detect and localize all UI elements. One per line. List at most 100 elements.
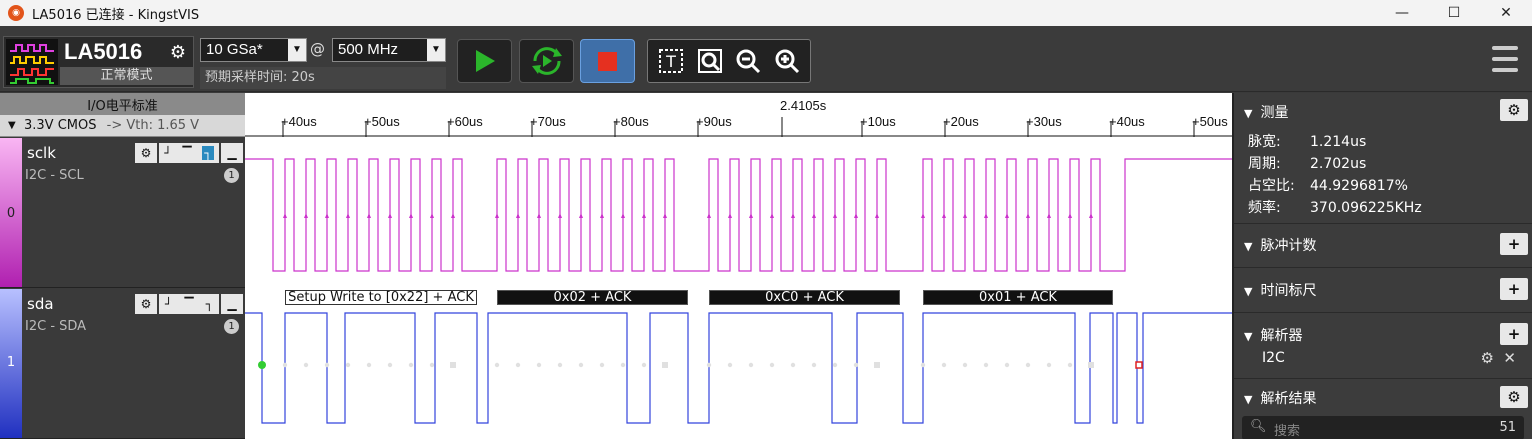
chevron-down-icon: ▼ <box>1244 330 1253 343</box>
io-level-select[interactable]: ▼ 3.3V CMOS -> Vth: 1.65 V <box>0 115 245 136</box>
bit-marker <box>345 362 351 368</box>
rising-edge-marker <box>495 213 499 218</box>
sample-rate-value: 10 GSa* <box>206 41 263 58</box>
bit-marker <box>599 362 605 368</box>
measure-header[interactable]: ▼ 测量 <box>1244 102 1288 122</box>
bit-marker <box>387 362 393 368</box>
analyzer-section: ▼ 解析器 + I2C ⚙ ✕ <box>1234 313 1532 379</box>
channel-name[interactable]: sda <box>27 295 54 313</box>
bit-marker <box>748 362 754 368</box>
decode-frame[interactable]: Setup Write to [0x22] + ACK <box>285 290 477 305</box>
search-placeholder: 搜索 <box>1274 424 1301 439</box>
rising-edge-marker <box>558 213 562 218</box>
bit-marker <box>429 362 435 368</box>
add-time-ruler-button[interactable]: + <box>1500 278 1528 300</box>
rising-edge-marker <box>663 213 667 218</box>
measure-key: 周期: <box>1248 156 1281 172</box>
sample-rate-select[interactable]: 10 GSa* ▼ <box>200 38 307 62</box>
loop-play-icon <box>531 47 562 75</box>
rising-edge-marker <box>921 213 925 218</box>
ruler-label: +80us <box>613 114 649 129</box>
ack-marker <box>662 362 668 368</box>
zoom-fit-icon[interactable] <box>695 46 725 76</box>
rising-edge-marker <box>833 213 837 218</box>
trigger-select[interactable]: ┘ ▔ ┐ <box>159 294 219 314</box>
results-settings-gear-icon[interactable]: ⚙ <box>1500 386 1528 408</box>
time-ruler[interactable]: 2.4105s +40us +50us +60us +70us +80us +9… <box>245 93 1232 137</box>
decode-frame[interactable]: 0x02 + ACK <box>497 290 688 305</box>
run-button[interactable] <box>457 39 512 83</box>
measure-value: 2.702us <box>1310 156 1367 172</box>
zoom-in-icon[interactable] <box>772 46 802 76</box>
channel-row[interactable]: 0 sclk ⚙ ┘ ▔ ┐ ▁ I2C - SCL 1 <box>0 138 245 288</box>
channel-name[interactable]: sclk <box>27 144 56 162</box>
rising-edge-marker <box>875 213 879 218</box>
ack-marker <box>450 362 456 368</box>
sda-waveform[interactable] <box>245 289 1232 439</box>
ruler-label: +40us <box>281 114 317 129</box>
analyzer-remove-close-icon[interactable]: ✕ <box>1503 349 1516 367</box>
minimize-button[interactable]: — <box>1376 0 1428 26</box>
start-marker <box>258 361 266 369</box>
low-level-icon[interactable]: ▁ <box>221 143 243 163</box>
pulse-count-header[interactable]: ▼ 脉冲计数 <box>1244 235 1316 255</box>
rising-edge-marker <box>1026 213 1030 218</box>
bit-marker <box>408 362 414 368</box>
view-tools: T <box>647 39 811 83</box>
rising-edge-marker <box>942 213 946 218</box>
decode-frame[interactable]: 0xC0 + ACK <box>709 290 900 305</box>
search-icon: 🔍︎ <box>1250 419 1267 434</box>
bit-marker <box>494 362 500 368</box>
plus-icon: + <box>1507 325 1521 343</box>
channel-protocol: I2C - SCL <box>25 168 84 183</box>
close-button[interactable]: ✕ <box>1480 0 1532 26</box>
zoom-out-icon[interactable] <box>733 46 763 76</box>
device-panel[interactable]: LA5016 ⚙ 正常模式 <box>3 36 194 88</box>
minimize-icon: — <box>1395 5 1409 21</box>
kingst-logo-icon: ◉ <box>8 5 24 21</box>
measure-row: 占空比: 44.9296817% <box>1248 175 1408 195</box>
stop-button[interactable] <box>580 39 635 83</box>
results-search-input[interactable]: 🔍︎ 搜索 51 <box>1242 416 1524 439</box>
bit-marker <box>1004 362 1010 368</box>
add-pulse-count-button[interactable]: + <box>1500 233 1528 255</box>
bit-marker <box>641 362 647 368</box>
stop-icon <box>598 51 617 71</box>
analyzer-item[interactable]: I2C <box>1262 350 1285 366</box>
results-count: 51 <box>1499 420 1516 435</box>
channel-row[interactable]: 1 sda ⚙ ┘ ▔ ┐ ▁ I2C - SDA 1 <box>0 289 245 439</box>
device-waveform-icon <box>6 39 58 85</box>
scl-waveform[interactable] <box>245 138 1232 289</box>
bit-marker <box>769 362 775 368</box>
channel-badge: 1 <box>224 319 239 334</box>
measure-value: 1.214us <box>1310 134 1367 150</box>
bit-marker <box>1046 362 1052 368</box>
trigger-select[interactable]: ┘ ▔ ┐ <box>159 143 219 163</box>
add-analyzer-button[interactable]: + <box>1500 323 1528 345</box>
menu-hamburger-icon[interactable] <box>1492 46 1518 72</box>
decode-frame[interactable]: 0x01 + ACK <box>923 290 1113 305</box>
channel-settings-gear-icon[interactable]: ⚙ <box>135 143 157 163</box>
analyzer-settings-gear-icon[interactable]: ⚙ <box>1481 349 1494 367</box>
title-bar: ◉ LA5016 已连接 - KingstVIS — ☐ ✕ <box>0 0 1532 26</box>
measure-key: 占空比: <box>1248 178 1295 194</box>
low-level-icon[interactable]: ▁ <box>221 294 243 314</box>
channel-settings-gear-icon[interactable]: ⚙ <box>135 294 157 314</box>
chevron-down-icon: ▼ <box>1244 240 1253 253</box>
device-settings-gear-icon[interactable]: ⚙ <box>167 41 189 63</box>
results-header[interactable]: ▼ 解析结果 <box>1244 388 1316 408</box>
plus-icon: + <box>1507 235 1521 253</box>
bit-marker <box>578 362 584 368</box>
io-level-title: I/O电平标准 <box>87 99 158 114</box>
rising-edge-marker <box>516 213 520 218</box>
analyzer-header[interactable]: ▼ 解析器 <box>1244 325 1302 345</box>
plus-icon: + <box>1507 280 1521 298</box>
maximize-button[interactable]: ☐ <box>1428 0 1480 26</box>
loop-run-button[interactable] <box>519 39 574 83</box>
clock-select[interactable]: 500 MHz ▼ <box>332 38 446 62</box>
time-ruler-header[interactable]: ▼ 时间标尺 <box>1244 280 1316 300</box>
waveform-view[interactable]: 2.4105s +40us +50us +60us +70us +80us +9… <box>245 93 1232 439</box>
text-annotation-icon[interactable]: T <box>656 46 686 76</box>
rising-edge-marker <box>346 213 350 218</box>
measure-settings-gear-icon[interactable]: ⚙ <box>1500 99 1528 121</box>
